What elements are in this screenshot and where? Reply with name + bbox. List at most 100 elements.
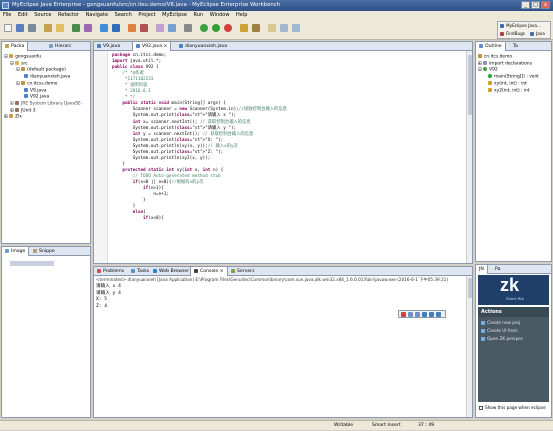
tree-item-file[interactable]: V9.java xyxy=(4,87,88,95)
new-project-icon[interactable] xyxy=(72,24,80,32)
save-icon[interactable] xyxy=(16,24,24,32)
tab-dianyuanxieh-java[interactable]: dianyuanxieh.java xyxy=(176,42,230,51)
search-icon[interactable] xyxy=(252,24,260,32)
minimize-button[interactable]: _ xyxy=(521,1,530,9)
tab-snippets[interactable]: Snippe xyxy=(30,247,58,256)
editor-scrollbar[interactable] xyxy=(466,51,472,263)
browser-icon[interactable] xyxy=(112,24,120,32)
tree-item-file[interactable]: dianyuanxieh.java xyxy=(4,74,88,81)
tab-v9-java[interactable]: V9.java xyxy=(94,42,123,51)
tab-tasks[interactable]: Ta xyxy=(510,42,521,51)
pin-icon[interactable] xyxy=(429,312,434,317)
tree-item-junit[interactable]: ⊞ JUnit 3 xyxy=(4,107,88,115)
tab-hierarchy[interactable]: Hierarc xyxy=(46,42,75,51)
menu-source[interactable]: Source xyxy=(34,12,51,18)
tree-item-default-package[interactable]: ⊟ (default package) xyxy=(4,67,88,74)
external-tools-icon[interactable] xyxy=(224,24,232,32)
tab-image[interactable]: Image xyxy=(2,247,30,256)
outline-item-method[interactable]: xy2(int, int) : int xyxy=(478,87,549,95)
perspective-findbugs[interactable]: FindBugs xyxy=(500,31,525,36)
scroll-lock-icon[interactable] xyxy=(422,312,427,317)
back-icon[interactable] xyxy=(280,24,288,32)
tab-pa[interactable]: Pa xyxy=(492,265,503,274)
menu-edit[interactable]: Edit xyxy=(18,12,28,18)
server-icon[interactable] xyxy=(44,24,52,32)
database-icon[interactable] xyxy=(128,24,136,32)
tree-item-package[interactable]: ⊟ cn.itcss.demo xyxy=(4,80,88,88)
outline-item-method[interactable]: main(String[]) : void xyxy=(478,74,549,81)
perspective-java[interactable]: Java xyxy=(530,31,545,36)
web-icon[interactable] xyxy=(100,24,108,32)
debug-icon[interactable] xyxy=(200,24,208,32)
menu-window[interactable]: Window xyxy=(210,12,230,18)
tab-servers[interactable]: Servers xyxy=(228,267,257,276)
tree-item-project[interactable]: ⊞ Zlx xyxy=(4,114,88,121)
menu-bar: File Edit Source Refactor Navigate Searc… xyxy=(0,11,553,20)
ui-icon xyxy=(481,329,485,333)
show-page-checkbox[interactable]: Show this page when eclipse xyxy=(479,405,546,410)
tree-item-file[interactable]: V92.java xyxy=(4,94,88,101)
outline-item-imports[interactable]: ⊞ import declarations xyxy=(478,60,549,68)
tab-web-browser[interactable]: Web Browser xyxy=(150,267,192,276)
scroll-thumb[interactable] xyxy=(468,55,472,115)
print-icon[interactable] xyxy=(28,24,36,32)
menu-run[interactable]: Run xyxy=(194,12,204,18)
clear-icon[interactable] xyxy=(415,312,420,317)
tab-tasks[interactable]: Tasks xyxy=(128,267,152,276)
forward-icon[interactable] xyxy=(292,24,300,32)
editor-gutter xyxy=(94,51,108,263)
action-create-ui[interactable]: Create UI from xyxy=(481,327,546,335)
close-button[interactable]: x xyxy=(541,1,550,9)
maximize-button[interactable]: □ xyxy=(531,1,540,9)
java-file-icon xyxy=(24,87,28,92)
annotation-icon[interactable] xyxy=(268,24,276,32)
action-open-perspective[interactable]: Open ZK perspec xyxy=(481,335,546,343)
open-type-icon[interactable] xyxy=(240,24,248,32)
tree-item-jre[interactable]: ⊞ JRE System Library [JavaSE- xyxy=(4,100,88,108)
tools-icon[interactable] xyxy=(140,24,148,32)
menu-help[interactable]: Help xyxy=(236,12,247,18)
display-console-icon[interactable] xyxy=(436,312,441,317)
menu-file[interactable]: File xyxy=(3,12,11,18)
code-area[interactable]: package cn.itcs.demo; import java.util.*;… xyxy=(112,53,460,222)
outline-item-class[interactable]: ⊟ V92 xyxy=(478,67,549,74)
menu-myeclipse[interactable]: MyEclipse xyxy=(162,12,187,18)
tab-jn[interactable]: JN xyxy=(476,265,488,274)
tab-package-explorer[interactable]: Packa xyxy=(2,42,29,51)
deploy-icon[interactable] xyxy=(56,24,64,32)
menu-navigate[interactable]: Navigate xyxy=(86,12,108,18)
new-class-icon[interactable] xyxy=(84,24,92,32)
run-icon[interactable] xyxy=(212,24,220,32)
method-icon xyxy=(488,87,492,92)
tree-item-project[interactable]: ⊟ gongsuanfu xyxy=(4,54,88,61)
settings-icon[interactable] xyxy=(184,24,192,32)
outline-item-method[interactable]: xy(int, int) : int xyxy=(478,80,549,88)
menu-search[interactable]: Search xyxy=(115,12,132,18)
tab-v92-java[interactable]: V92.java × xyxy=(132,42,172,51)
remove-icon[interactable] xyxy=(408,312,413,317)
preview-icon[interactable] xyxy=(168,24,176,32)
tab-problems[interactable]: Problems xyxy=(94,267,127,276)
layout-icon[interactable] xyxy=(156,24,164,32)
new-icon[interactable] xyxy=(4,24,12,32)
java-file-icon xyxy=(24,94,28,99)
tab-outline[interactable]: Outline xyxy=(476,42,506,51)
library-icon xyxy=(15,100,20,105)
menu-refactor[interactable]: Refactor xyxy=(58,12,79,18)
action-create-project[interactable]: Create new proj xyxy=(481,319,546,327)
tree-item-src[interactable]: ⊟ src xyxy=(4,60,88,68)
scroll-thumb[interactable] xyxy=(468,278,472,298)
terminate-icon[interactable] xyxy=(401,312,406,317)
console-output[interactable]: 请输入 x 4 请输入 y 4 X: 5 Z: 4 xyxy=(96,284,121,310)
app-icon xyxy=(2,2,9,9)
tasks-icon xyxy=(131,268,135,273)
tab-console[interactable]: Console × xyxy=(190,267,228,276)
console-scrollbar[interactable] xyxy=(466,276,472,417)
zk-banner: zk Direct RIA xyxy=(478,275,549,305)
menu-project[interactable]: Project xyxy=(138,12,155,18)
perspective-myeclipse[interactable]: MyEclipse Java... xyxy=(500,23,541,28)
image-preview-panel: Image Snippe xyxy=(1,246,91,418)
package-explorer: Packa Hierarc ⊟ gongsuanfu ⊟ src ⊟ (defa… xyxy=(1,41,91,244)
status-bar: Writable Smart Insert 37 : 49 xyxy=(0,420,553,430)
outline-item-package[interactable]: cn.itcs.demo xyxy=(478,54,549,61)
